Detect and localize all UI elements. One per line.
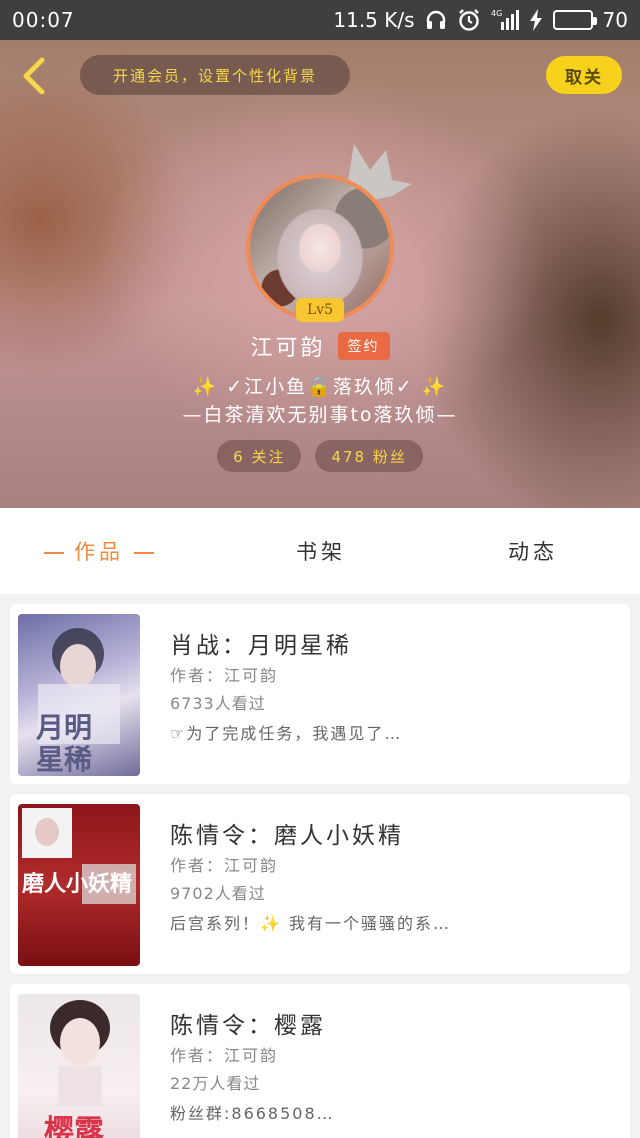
work-author: 作者：江可韵 xyxy=(170,856,279,875)
tab-bookshelf[interactable]: 书架 xyxy=(296,536,346,566)
battery-icon xyxy=(552,10,597,30)
vip-banner[interactable]: 开通会员，设置个性化背景 xyxy=(80,55,350,95)
tab-indicator-right xyxy=(134,552,154,554)
tab-bookshelf-label: 书架 xyxy=(296,540,346,564)
work-views: 22万人看过 xyxy=(170,1074,261,1093)
profile-header: 00:07 11.5 K/s 4G 70 开通会员，设置个性化背景 取关 Lv5… xyxy=(0,0,640,508)
work-views: 9702人看过 xyxy=(170,884,266,903)
work-card[interactable]: 樱露 陈情令：樱露 作者：江可韵 22万人看过 粉丝群:8668508… xyxy=(10,984,630,1138)
level-badge: Lv5 xyxy=(296,298,344,322)
stats-row: 6 关注 478 粉丝 xyxy=(0,440,640,472)
cover-title: 磨人小妖精 xyxy=(22,871,133,897)
svg-text:4G: 4G xyxy=(491,9,502,18)
work-card[interactable]: 磨人小妖精 陈情令：磨人小妖精 作者：江可韵 9702人看过 后宫系列！✨ 我有… xyxy=(10,794,630,974)
cover-title: 月明星稀 xyxy=(36,711,93,776)
username: 江可韵 xyxy=(250,336,326,361)
net-speed: 11.5 K/s xyxy=(333,8,415,32)
work-desc: 粉丝群:8668508… xyxy=(170,1104,335,1123)
alarm-icon xyxy=(457,8,481,32)
work-title: 陈情令：磨人小妖精 xyxy=(170,823,404,849)
fans-count[interactable]: 478 粉丝 xyxy=(315,440,423,472)
work-title: 肖战：月明星稀 xyxy=(170,633,352,659)
charging-icon xyxy=(529,9,543,31)
tab-works[interactable]: 作品 xyxy=(44,536,164,566)
work-title: 陈情令：樱露 xyxy=(170,1013,326,1039)
book-cover: 磨人小妖精 xyxy=(18,804,140,966)
name-row: 江可韵 签约 xyxy=(0,330,640,362)
tab-works-label: 作品 xyxy=(74,540,124,564)
work-views: 6733人看过 xyxy=(170,694,266,713)
signal-icon: 4G xyxy=(491,8,519,32)
work-desc: ☞为了完成任务，我遇见了… xyxy=(170,724,403,743)
tab-activity[interactable]: 动态 xyxy=(508,536,558,566)
bio-line-2: —白茶清欢无别事tо落玖倾— xyxy=(182,404,458,426)
work-author: 作者：江可韵 xyxy=(170,666,279,685)
tab-bar: 作品 书架 动态 xyxy=(0,508,640,594)
status-time: 00:07 xyxy=(12,8,75,32)
tab-activity-label: 动态 xyxy=(508,540,558,564)
following-count[interactable]: 6 关注 xyxy=(217,440,302,472)
unfollow-button[interactable]: 取关 xyxy=(546,56,622,94)
work-author: 作者：江可韵 xyxy=(170,1046,279,1065)
book-cover: 月明星稀 xyxy=(18,614,140,776)
works-list: 月明星稀 肖战：月明星稀 作者：江可韵 6733人看过 ☞为了完成任务，我遇见了… xyxy=(10,604,630,1138)
signed-badge: 签约 xyxy=(337,332,390,360)
work-desc: 后宫系列！✨ 我有一个骚骚的系… xyxy=(170,914,452,933)
headphones-icon xyxy=(425,9,447,31)
tab-indicator-left xyxy=(44,552,64,554)
status-icons: 11.5 K/s 4G 70 xyxy=(333,6,628,34)
back-button[interactable] xyxy=(14,54,54,98)
battery-level: 70 xyxy=(602,8,628,32)
bio-line-1: ✨ ✓江小鱼🔒落玖倾✓ ✨ xyxy=(192,376,448,398)
status-bar: 00:07 11.5 K/s 4G 70 xyxy=(0,0,640,40)
book-cover: 樱露 xyxy=(18,994,140,1138)
cover-title: 樱露 xyxy=(44,1114,104,1138)
work-card[interactable]: 月明星稀 肖战：月明星稀 作者：江可韵 6733人看过 ☞为了完成任务，我遇见了… xyxy=(10,604,630,784)
chevron-left-icon xyxy=(23,57,45,95)
